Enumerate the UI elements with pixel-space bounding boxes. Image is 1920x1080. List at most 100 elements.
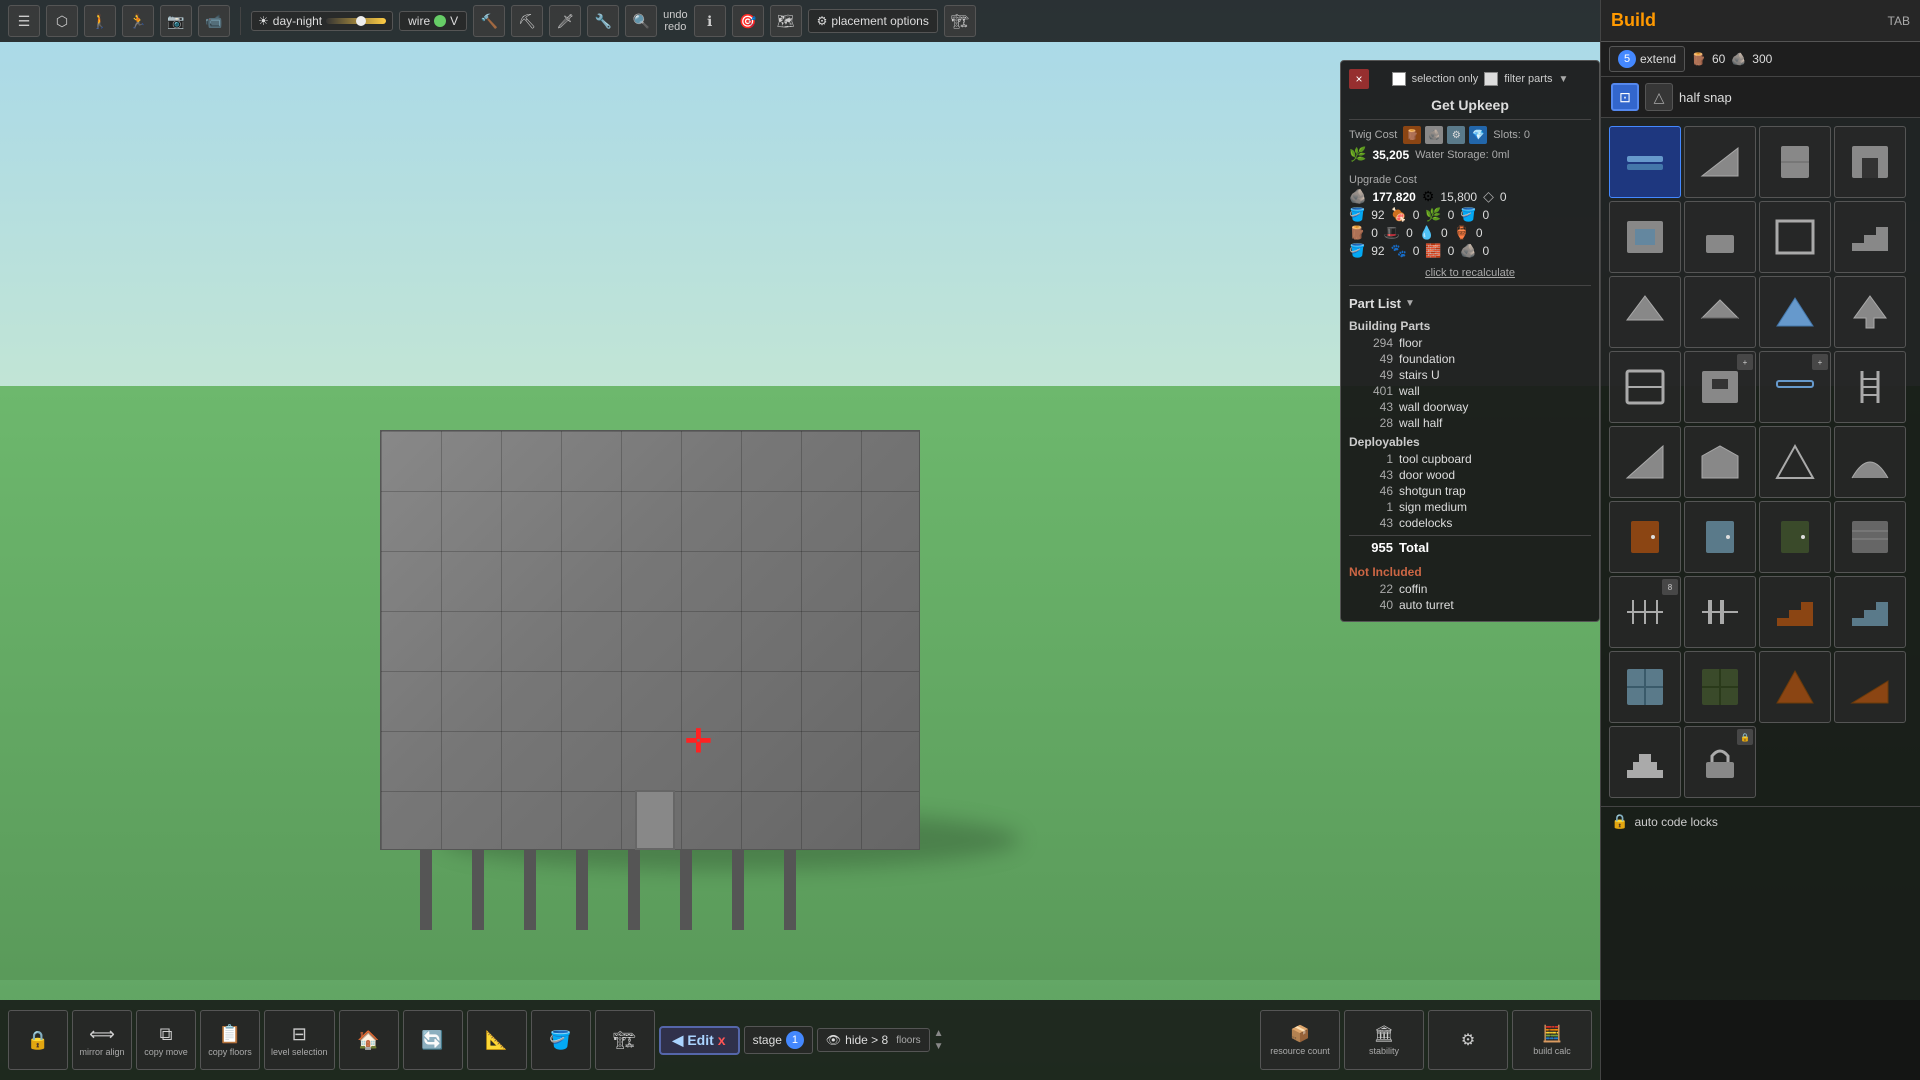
level-selection-btn[interactable]: ⊟ level selection <box>264 1010 335 1070</box>
build-item-door-armored[interactable] <box>1759 501 1831 573</box>
upgrade-icon3: ◇ <box>1483 188 1494 205</box>
hide-sub: floors <box>896 1035 920 1046</box>
build-item-gate[interactable] <box>1609 351 1681 423</box>
video-icon-button[interactable]: 📹 <box>198 5 230 37</box>
resource-icon11: 🧱 <box>1425 243 1441 259</box>
lock-btn[interactable]: 🔒 <box>8 1010 68 1070</box>
build-item-hatch[interactable] <box>1609 651 1681 723</box>
build-item-floor-frame[interactable]: + <box>1759 351 1831 423</box>
part-count-floor: 294 <box>1353 336 1393 350</box>
build-item-floor-tri[interactable] <box>1759 651 1831 723</box>
part-count-door-wood: 43 <box>1353 468 1393 482</box>
build-item-window[interactable] <box>1609 201 1681 273</box>
snap-active-icon[interactable]: ⊡ <box>1611 83 1639 111</box>
build-item-stairs[interactable] <box>1834 201 1906 273</box>
build-item-floor[interactable] <box>1609 126 1681 198</box>
build-item-half-wall[interactable] <box>1684 201 1756 273</box>
tool1-button[interactable]: 🔨 <box>473 5 505 37</box>
edit-close-button[interactable]: x <box>718 1032 726 1048</box>
icon10: 🏗 <box>613 1030 636 1051</box>
build-item-ramp-wall[interactable] <box>1609 426 1681 498</box>
part-name-auto-turret: auto turret <box>1399 598 1454 612</box>
upgrade-icon1: 🪨 <box>1349 188 1366 205</box>
bottom-btn-6[interactable]: 🏠 <box>339 1010 399 1070</box>
recalc-button[interactable]: click to recalculate <box>1349 267 1591 279</box>
build-item-ladder[interactable] <box>1834 351 1906 423</box>
wire-control[interactable]: wire V <box>399 11 467 31</box>
build-item-floor-ramp[interactable] <box>1834 651 1906 723</box>
build-item-doorway[interactable] <box>1834 126 1906 198</box>
bottom-btn-9[interactable]: 🪣 <box>531 1010 591 1070</box>
copy-move-btn[interactable]: ⧉ copy move <box>136 1010 196 1070</box>
placement-options-button[interactable]: ⚙ placement options <box>808 9 938 33</box>
floor-down-arrow[interactable]: ▼ <box>934 1041 944 1052</box>
person-icon-button[interactable]: 🚶 <box>84 5 116 37</box>
build-item-stairs-metal[interactable] <box>1834 576 1906 648</box>
filter-dropdown-arrow[interactable]: ▼ <box>1559 74 1569 85</box>
extend-button[interactable]: 5 extend <box>1609 46 1685 72</box>
build-calc-btn[interactable]: 🧮 build calc <box>1512 1010 1592 1070</box>
total-row: 955 Total <box>1349 535 1591 559</box>
resource-count-btn[interactable]: 📦 resource count <box>1260 1010 1340 1070</box>
build-item-steps[interactable] <box>1609 726 1681 798</box>
tool2-button[interactable]: ⛏ <box>511 5 543 37</box>
build-item-arrow[interactable] <box>1834 276 1906 348</box>
build-item-badge: + <box>1737 354 1753 370</box>
bottom-btn-7[interactable]: 🔄 <box>403 1010 463 1070</box>
snap-inactive-icon[interactable]: △ <box>1645 83 1673 111</box>
stone-icon: 🪨 <box>1425 126 1443 144</box>
build-item-door-metal[interactable] <box>1684 501 1756 573</box>
map-icon-button[interactable]: 🗺 <box>770 5 802 37</box>
upkeep-close-button[interactable]: × <box>1349 69 1369 89</box>
camera-icon-button[interactable]: 📷 <box>160 5 192 37</box>
part-row-auto-turret: 40 auto turret <box>1349 597 1591 613</box>
build-item-garage-door[interactable] <box>1834 501 1906 573</box>
part-row-coffin: 22 coffin <box>1349 581 1591 597</box>
selection-only-checkbox[interactable] <box>1392 72 1406 86</box>
undo-label[interactable]: undo <box>663 9 687 21</box>
bottom-btn-8[interactable]: 📐 <box>467 1010 527 1070</box>
stability-btn[interactable]: 🏛 stability <box>1344 1010 1424 1070</box>
mirror-align-btn[interactable]: ⟺ mirror align <box>72 1010 132 1070</box>
cube-icon-button[interactable]: ⬡ <box>46 5 78 37</box>
day-night-slider[interactable] <box>326 18 386 24</box>
resource-icon6: 🎩 <box>1384 225 1400 241</box>
target-icon-button[interactable]: 🎯 <box>732 5 764 37</box>
stilt <box>784 850 796 930</box>
build-item-roof-flat[interactable] <box>1684 276 1756 348</box>
build-item-curved[interactable] <box>1834 426 1906 498</box>
tool3-button[interactable]: 🗡 <box>549 5 581 37</box>
bottom-btn-10[interactable]: 🏗 <box>595 1010 655 1070</box>
run-icon-button[interactable]: 🏃 <box>122 5 154 37</box>
info-icon-button[interactable]: ℹ <box>694 5 726 37</box>
build-item-lock[interactable]: 🔒 <box>1684 726 1756 798</box>
build-item-angled[interactable] <box>1684 426 1756 498</box>
build-icon-button[interactable]: 🏗 <box>944 5 976 37</box>
build-item-roof-peak[interactable] <box>1609 276 1681 348</box>
build-item-fence2[interactable] <box>1684 576 1756 648</box>
edit-label: Edit <box>687 1032 713 1048</box>
filter-parts-checkbox[interactable] <box>1484 72 1498 86</box>
build-item-wall[interactable] <box>1759 126 1831 198</box>
build-item-stairs-l[interactable] <box>1759 576 1831 648</box>
half-snap-label: half snap <box>1679 90 1732 105</box>
build-item-embrasure[interactable]: + <box>1684 351 1756 423</box>
build-item-door-wood[interactable] <box>1609 501 1681 573</box>
build-item-armored-hatch[interactable] <box>1684 651 1756 723</box>
resource-icon3: 🌿 <box>1425 207 1441 223</box>
part-list-header[interactable]: Part List ▼ <box>1349 292 1591 315</box>
inspect-button[interactable]: 🔍 <box>625 5 657 37</box>
menu-icon-button[interactable]: ☰ <box>8 5 40 37</box>
build-item-frame[interactable] <box>1759 201 1831 273</box>
build-item-triangle-floor[interactable] <box>1759 276 1831 348</box>
build-item-angled2[interactable] <box>1759 426 1831 498</box>
copy-floors-btn[interactable]: 📋 copy floors <box>200 1010 260 1070</box>
wrench-button[interactable]: 🔧 <box>587 5 619 37</box>
settings-btn[interactable]: ⚙ <box>1428 1010 1508 1070</box>
redo-label[interactable]: redo <box>664 21 686 33</box>
build-item-ramp[interactable] <box>1684 126 1756 198</box>
day-night-control[interactable]: ☀ day-night <box>251 11 393 31</box>
build-item-fence[interactable]: 8 <box>1609 576 1681 648</box>
stilt <box>628 850 640 930</box>
floor-up-arrow[interactable]: ▲ <box>934 1028 944 1039</box>
